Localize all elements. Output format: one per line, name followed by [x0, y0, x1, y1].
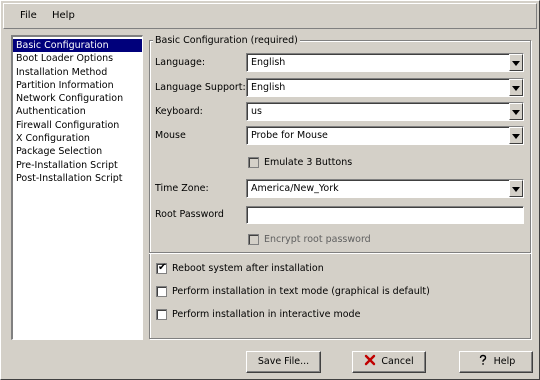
- root-password-label: Root Password: [155, 209, 224, 220]
- language-support-select[interactable]: English: [246, 78, 524, 97]
- sidebar-item-authentication[interactable]: Authentication: [13, 105, 142, 118]
- section-list[interactable]: Basic Configuration Boot Loader Options …: [11, 35, 143, 340]
- chevron-down-icon: [512, 134, 520, 139]
- interactive-mode-option[interactable]: Perform installation in interactive mode: [156, 308, 396, 321]
- sidebar-item-pre-installation-script[interactable]: Pre-Installation Script: [13, 159, 142, 172]
- encrypt-password-checkbox[interactable]: [248, 234, 259, 245]
- chevron-down-icon: [512, 61, 520, 66]
- interactive-mode-label: Perform installation in interactive mode: [172, 309, 361, 320]
- text-mode-option[interactable]: Perform installation in text mode (graph…: [156, 285, 456, 298]
- emulate-3-buttons-label: Emulate 3 Buttons: [264, 157, 353, 168]
- question-icon: [479, 354, 486, 365]
- save-file-label: Save File...: [257, 356, 310, 367]
- timezone-label: Time Zone:: [155, 183, 209, 194]
- save-file-button[interactable]: Save File...: [246, 351, 321, 373]
- mouse-value: Probe for Mouse: [251, 130, 328, 141]
- encrypt-password-label: Encrypt root password: [264, 234, 371, 245]
- menu-help[interactable]: Help: [52, 10, 75, 21]
- menu-bar: File Help: [3, 3, 537, 29]
- sidebar-item-firewall-configuration[interactable]: Firewall Configuration: [13, 119, 142, 132]
- kickstart-window: File Help Basic Configuration Boot Loade…: [0, 0, 540, 380]
- interactive-mode-checkbox[interactable]: [156, 309, 167, 320]
- cancel-x-icon: [365, 354, 376, 366]
- text-mode-checkbox[interactable]: [156, 286, 167, 297]
- reboot-option[interactable]: ✔ Reboot system after installation: [156, 262, 356, 275]
- root-password-field[interactable]: [246, 206, 524, 224]
- keyboard-select[interactable]: us: [246, 102, 524, 121]
- mouse-label: Mouse: [155, 130, 186, 141]
- timezone-dropdown-button[interactable]: [509, 180, 523, 197]
- sidebar-item-post-installation-script[interactable]: Post-Installation Script: [13, 172, 142, 185]
- sidebar-item-package-selection[interactable]: Package Selection: [13, 145, 142, 158]
- chevron-down-icon: [512, 86, 520, 91]
- chevron-down-icon: [512, 110, 520, 115]
- language-dropdown-button[interactable]: [509, 54, 523, 71]
- language-support-value: English: [251, 82, 286, 93]
- sidebar-item-basic-configuration[interactable]: Basic Configuration: [13, 39, 142, 53]
- separator: [149, 252, 531, 254]
- group-title: Basic Configuration (required): [153, 35, 300, 46]
- mouse-select[interactable]: Probe for Mouse: [246, 126, 524, 145]
- menu-file[interactable]: File: [20, 10, 37, 21]
- keyboard-value: us: [251, 106, 262, 117]
- mouse-dropdown-button[interactable]: [509, 127, 523, 144]
- sidebar-item-partition-information[interactable]: Partition Information: [13, 79, 142, 92]
- reboot-checkbox[interactable]: ✔: [156, 262, 167, 274]
- timezone-value: America/New_York: [251, 183, 339, 194]
- help-button[interactable]: Help: [459, 351, 533, 373]
- help-label: Help: [493, 356, 516, 367]
- language-select[interactable]: English: [246, 53, 524, 72]
- cancel-button[interactable]: Cancel: [352, 351, 426, 373]
- keyboard-dropdown-button[interactable]: [509, 103, 523, 120]
- language-support-dropdown-button[interactable]: [509, 79, 523, 96]
- sidebar-item-boot-loader-options[interactable]: Boot Loader Options: [13, 52, 142, 65]
- sidebar-item-network-configuration[interactable]: Network Configuration: [13, 92, 142, 105]
- emulate-3-buttons-checkbox[interactable]: [248, 157, 259, 168]
- reboot-label: Reboot system after installation: [172, 263, 324, 274]
- keyboard-label: Keyboard:: [155, 106, 203, 117]
- language-support-label: Language Support:: [155, 82, 246, 93]
- sidebar-item-installation-method[interactable]: Installation Method: [13, 66, 142, 79]
- chevron-down-icon: [512, 187, 520, 192]
- cancel-label: Cancel: [381, 356, 414, 367]
- timezone-select[interactable]: America/New_York: [246, 179, 524, 198]
- sidebar-item-x-configuration[interactable]: X Configuration: [13, 132, 142, 145]
- text-mode-label: Perform installation in text mode (graph…: [172, 286, 430, 297]
- encrypt-password-option[interactable]: Encrypt root password: [248, 233, 388, 246]
- language-value: English: [251, 57, 286, 68]
- language-label: Language:: [155, 57, 206, 68]
- emulate-3-buttons-option[interactable]: Emulate 3 Buttons: [248, 156, 368, 169]
- checkmark-icon: ✔: [158, 262, 167, 273]
